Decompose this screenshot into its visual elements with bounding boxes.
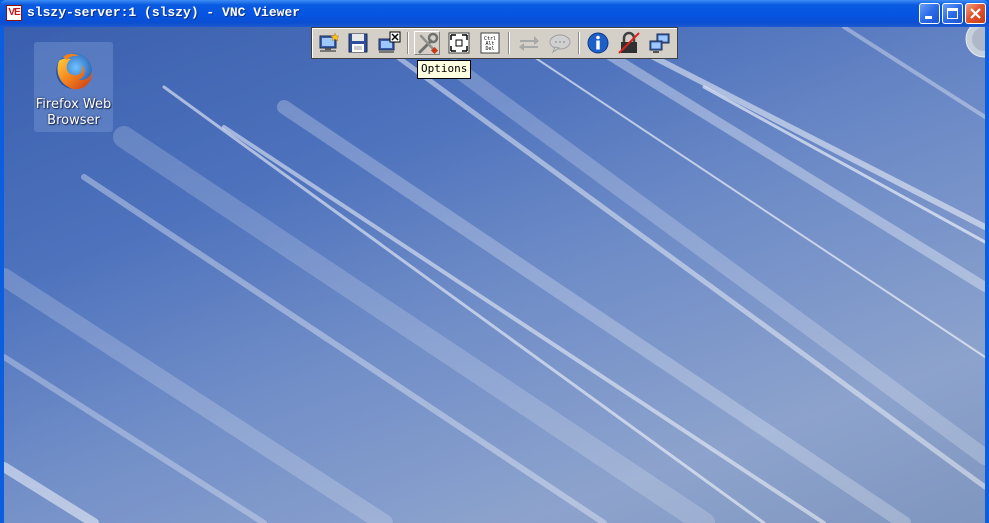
new-connection-button[interactable] bbox=[316, 31, 342, 55]
window-title: slszy-server:1 (slszy) - VNC Viewer bbox=[27, 5, 301, 20]
fullscreen-button[interactable] bbox=[446, 31, 472, 55]
remote-desktop[interactable]: Firefox Web Browser bbox=[4, 27, 985, 523]
disconnect-icon bbox=[378, 31, 401, 53]
maximize-icon bbox=[947, 8, 958, 19]
lock-icon bbox=[618, 31, 640, 54]
toolbar-separator bbox=[578, 32, 580, 54]
options-tooltip: Options bbox=[417, 60, 472, 79]
toolbar-separator bbox=[407, 32, 409, 54]
firefox-desktop-icon[interactable]: Firefox Web Browser bbox=[34, 42, 113, 132]
corner-orb-icon bbox=[954, 27, 985, 59]
svg-text:Del: Del bbox=[485, 46, 494, 52]
lock-input-button[interactable] bbox=[616, 31, 642, 55]
display-settings-button[interactable] bbox=[647, 31, 673, 55]
disconnect-button[interactable] bbox=[376, 31, 402, 55]
vnc-viewer-window: VE slszy-server:1 (slszy) - VNC Viewer F… bbox=[0, 0, 989, 523]
ctrl-alt-del-icon: Ctrl Alt Del bbox=[480, 32, 500, 54]
minimize-icon bbox=[925, 16, 932, 19]
transfer-arrows-icon bbox=[519, 36, 539, 51]
save-connection-button[interactable] bbox=[345, 31, 371, 55]
desktop-wallpaper bbox=[4, 27, 985, 523]
options-button[interactable] bbox=[414, 31, 440, 55]
screens-icon bbox=[649, 33, 670, 53]
connection-info-button[interactable] bbox=[585, 31, 611, 55]
options-tools-icon bbox=[418, 32, 439, 55]
ctrl-alt-del-button[interactable]: Ctrl Alt Del bbox=[477, 31, 503, 55]
firefox-icon bbox=[56, 53, 93, 90]
toolbar-separator bbox=[508, 32, 510, 54]
vnc-app-icon[interactable]: VE bbox=[6, 5, 22, 21]
chat-button[interactable] bbox=[547, 31, 573, 55]
vnc-toolbar: Ctrl Alt Del bbox=[311, 27, 678, 59]
firefox-icon-label: Firefox Web Browser bbox=[35, 97, 112, 128]
title-bar[interactable]: VE slszy-server:1 (slszy) - VNC Viewer bbox=[0, 0, 989, 27]
maximize-button[interactable] bbox=[942, 3, 963, 24]
file-transfer-button[interactable] bbox=[516, 31, 542, 55]
chat-icon bbox=[549, 34, 571, 54]
minimize-button[interactable] bbox=[919, 3, 940, 24]
info-icon bbox=[587, 32, 609, 54]
save-icon bbox=[348, 33, 368, 53]
close-icon bbox=[970, 8, 981, 19]
fullscreen-icon bbox=[448, 32, 470, 54]
new-connection-icon bbox=[319, 32, 340, 52]
close-button[interactable] bbox=[965, 3, 986, 24]
